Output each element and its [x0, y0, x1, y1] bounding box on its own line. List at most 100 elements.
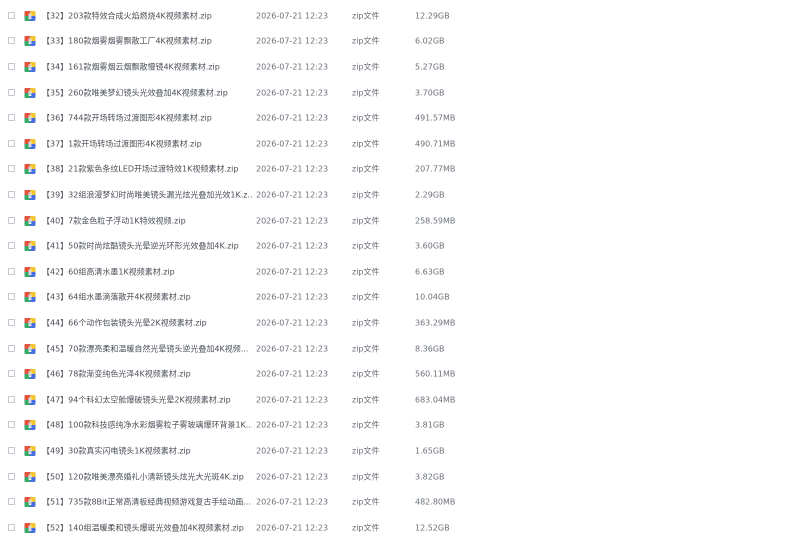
file-modified-date: 2026-07-21 12:23 [256, 216, 329, 226]
file-modified-date: 2026-07-21 12:23 [256, 523, 329, 533]
file-modified-date: 2026-07-21 12:23 [256, 190, 329, 200]
file-modified-date: 2026-07-21 12:23 [256, 420, 329, 430]
file-type: zip文件 [352, 446, 380, 456]
zip-archive-icon [24, 241, 36, 252]
row-checkbox[interactable] [8, 421, 15, 429]
file-modified-date: 2026-07-21 12:23 [256, 472, 329, 482]
file-row[interactable]: 【49】30款真实闪电镜头1K视频素材.zip 2026-07-21 12:23… [0, 438, 800, 464]
file-row[interactable]: 【41】50款时尚炫酷镜头光晕逆光环形光效叠加4K.zip 2026-07-21… [0, 233, 800, 259]
file-name[interactable]: 【43】64组水墨滴落散开4K视频素材.zip [42, 292, 252, 303]
file-type: zip文件 [352, 62, 380, 72]
file-name[interactable]: 【34】161款烟雾烟云烟飘散慢镜4K视频素材.zip [42, 61, 252, 72]
file-name[interactable]: 【51】735款8Bit正常高清板经典视频游戏复古手绘动画... [42, 497, 252, 508]
file-name[interactable]: 【32】203款特效合成火焰燃烧4K视频素材.zip [42, 10, 252, 21]
row-checkbox[interactable] [8, 318, 15, 326]
file-name[interactable]: 【35】260款唯美梦幻镜头光效叠加4K视频素材.zip [42, 87, 252, 98]
file-name[interactable]: 【48】100款科技感纯净水彩烟雾粒子雾玻璃爆环背景1K... [42, 420, 252, 431]
file-modified-date: 2026-07-21 12:23 [256, 446, 329, 456]
row-checkbox[interactable] [8, 242, 15, 250]
file-type: zip文件 [352, 216, 380, 226]
file-size: 6.02GB [415, 36, 445, 46]
file-size: 491.57MB [415, 113, 456, 123]
file-name[interactable]: 【50】120款唯美漂亮婚礼小清新镜头炫光大光斑4K.zip [42, 471, 252, 482]
file-row[interactable]: 【47】94个科幻太空舱爆破镜头光晕2K视频素材.zip 2026-07-21 … [0, 387, 800, 413]
file-row[interactable]: 【42】60组高清水墨1K视频素材.zip 2026-07-21 12:23 z… [0, 259, 800, 285]
row-checkbox[interactable] [8, 446, 15, 454]
file-row[interactable]: 【44】66个动作包装镜头光晕2K视频素材.zip 2026-07-21 12:… [0, 310, 800, 336]
file-row[interactable]: 【46】78款渐变纯色光泽4K视频素材.zip 2026-07-21 12:23… [0, 361, 800, 387]
file-row[interactable]: 【34】161款烟雾烟云烟飘散慢镜4K视频素材.zip 2026-07-21 1… [0, 54, 800, 80]
file-type: zip文件 [352, 292, 380, 302]
file-row[interactable]: 【50】120款唯美漂亮婚礼小清新镜头炫光大光斑4K.zip 2026-07-2… [0, 464, 800, 490]
row-checkbox[interactable] [8, 62, 15, 70]
file-row[interactable]: 【38】21款紫色条纹LED开场过渡特效1K视频素材.zip 2026-07-2… [0, 157, 800, 183]
file-name[interactable]: 【41】50款时尚炫酷镜头光晕逆光环形光效叠加4K.zip [42, 241, 252, 252]
file-name[interactable]: 【37】1款开场转场过渡图形4K视频素材.zip [42, 138, 252, 149]
file-row[interactable]: 【37】1款开场转场过渡图形4K视频素材.zip 2026-07-21 12:2… [0, 131, 800, 157]
file-modified-date: 2026-07-21 12:23 [256, 36, 329, 46]
zip-archive-icon [24, 343, 36, 354]
file-modified-date: 2026-07-21 12:23 [256, 241, 329, 251]
zip-archive-icon [24, 10, 36, 21]
file-name[interactable]: 【47】94个科幻太空舱爆破镜头光晕2K视频素材.zip [42, 394, 252, 405]
row-checkbox[interactable] [8, 37, 15, 45]
row-checkbox[interactable] [8, 114, 15, 122]
row-checkbox[interactable] [8, 216, 15, 224]
file-row[interactable]: 【52】140组温暖柔和镜头爆斑光效叠加4K视频素材.zip 2026-07-2… [0, 515, 800, 541]
file-size: 482.80MB [415, 497, 456, 507]
file-name[interactable]: 【45】70款漂亮柔和温暖自然光晕镜头逆光叠加4K视频... [42, 343, 252, 354]
file-row[interactable]: 【48】100款科技感纯净水彩烟雾粒子雾玻璃爆环背景1K... 2026-07-… [0, 413, 800, 439]
row-checkbox[interactable] [8, 293, 15, 301]
file-type: zip文件 [352, 497, 380, 507]
zip-archive-icon [24, 317, 36, 328]
file-name[interactable]: 【49】30款真实闪电镜头1K视频素材.zip [42, 445, 252, 456]
row-checkbox[interactable] [8, 472, 15, 480]
file-modified-date: 2026-07-21 12:23 [256, 164, 329, 174]
file-name[interactable]: 【40】7款金色粒子浮动1K特效视频.zip [42, 215, 252, 226]
file-row[interactable]: 【45】70款漂亮柔和温暖自然光晕镜头逆光叠加4K视频... 2026-07-2… [0, 336, 800, 362]
zip-archive-icon [24, 369, 36, 380]
file-modified-date: 2026-07-21 12:23 [256, 344, 329, 354]
file-name[interactable]: 【39】32组浪漫梦幻时尚唯美镜头漏光炫光叠加光效1K.z... [42, 189, 252, 200]
file-row[interactable]: 【33】180款烟雾烟雾飘散工厂4K视频素材.zip 2026-07-21 12… [0, 29, 800, 55]
file-type: zip文件 [352, 369, 380, 379]
row-checkbox[interactable] [8, 139, 15, 147]
file-name[interactable]: 【46】78款渐变纯色光泽4K视频素材.zip [42, 369, 252, 380]
file-size: 258.59MB [415, 216, 456, 226]
file-row[interactable]: 【51】735款8Bit正常高清板经典视频游戏复古手绘动画... 2026-07… [0, 489, 800, 515]
row-checkbox[interactable] [8, 190, 15, 198]
file-name[interactable]: 【33】180款烟雾烟雾飘散工厂4K视频素材.zip [42, 36, 252, 47]
file-name[interactable]: 【36】744款开场转场过渡图形4K视频素材.zip [42, 113, 252, 124]
row-checkbox[interactable] [8, 498, 15, 506]
row-checkbox[interactable] [8, 523, 15, 531]
row-checkbox[interactable] [8, 344, 15, 352]
file-type: zip文件 [352, 139, 380, 149]
file-row[interactable]: 【40】7款金色粒子浮动1K特效视频.zip 2026-07-21 12:23 … [0, 208, 800, 234]
file-name[interactable]: 【44】66个动作包装镜头光晕2K视频素材.zip [42, 317, 252, 328]
file-name[interactable]: 【42】60组高清水墨1K视频素材.zip [42, 266, 252, 277]
file-size: 12.29GB [415, 11, 450, 21]
file-name[interactable]: 【52】140组温暖柔和镜头爆斑光效叠加4K视频素材.zip [42, 522, 252, 533]
row-checkbox[interactable] [8, 267, 15, 275]
file-name[interactable]: 【38】21款紫色条纹LED开场过渡特效1K视频素材.zip [42, 164, 252, 175]
zip-archive-icon [24, 113, 36, 124]
file-row[interactable]: 【43】64组水墨滴落散开4K视频素材.zip 2026-07-21 12:23… [0, 285, 800, 311]
zip-archive-icon [24, 445, 36, 456]
file-row[interactable]: 【35】260款唯美梦幻镜头光效叠加4K视频素材.zip 2026-07-21 … [0, 80, 800, 106]
file-row[interactable]: 【39】32组浪漫梦幻时尚唯美镜头漏光炫光叠加光效1K.z... 2026-07… [0, 182, 800, 208]
row-checkbox[interactable] [8, 88, 15, 96]
file-size: 12.52GB [415, 523, 450, 533]
zip-archive-icon [24, 164, 36, 175]
file-size: 3.60GB [415, 241, 445, 251]
row-checkbox[interactable] [8, 11, 15, 19]
zip-archive-icon [24, 420, 36, 431]
row-checkbox[interactable] [8, 395, 15, 403]
file-modified-date: 2026-07-21 12:23 [256, 88, 329, 98]
row-checkbox[interactable] [8, 165, 15, 173]
file-row[interactable]: 【32】203款特效合成火焰燃烧4K视频素材.zip 2026-07-21 12… [0, 3, 800, 29]
file-modified-date: 2026-07-21 12:23 [256, 395, 329, 405]
file-size: 3.82GB [415, 472, 445, 482]
row-checkbox[interactable] [8, 370, 15, 378]
file-row[interactable]: 【36】744款开场转场过渡图形4K视频素材.zip 2026-07-21 12… [0, 105, 800, 131]
file-size: 6.63GB [415, 267, 445, 277]
